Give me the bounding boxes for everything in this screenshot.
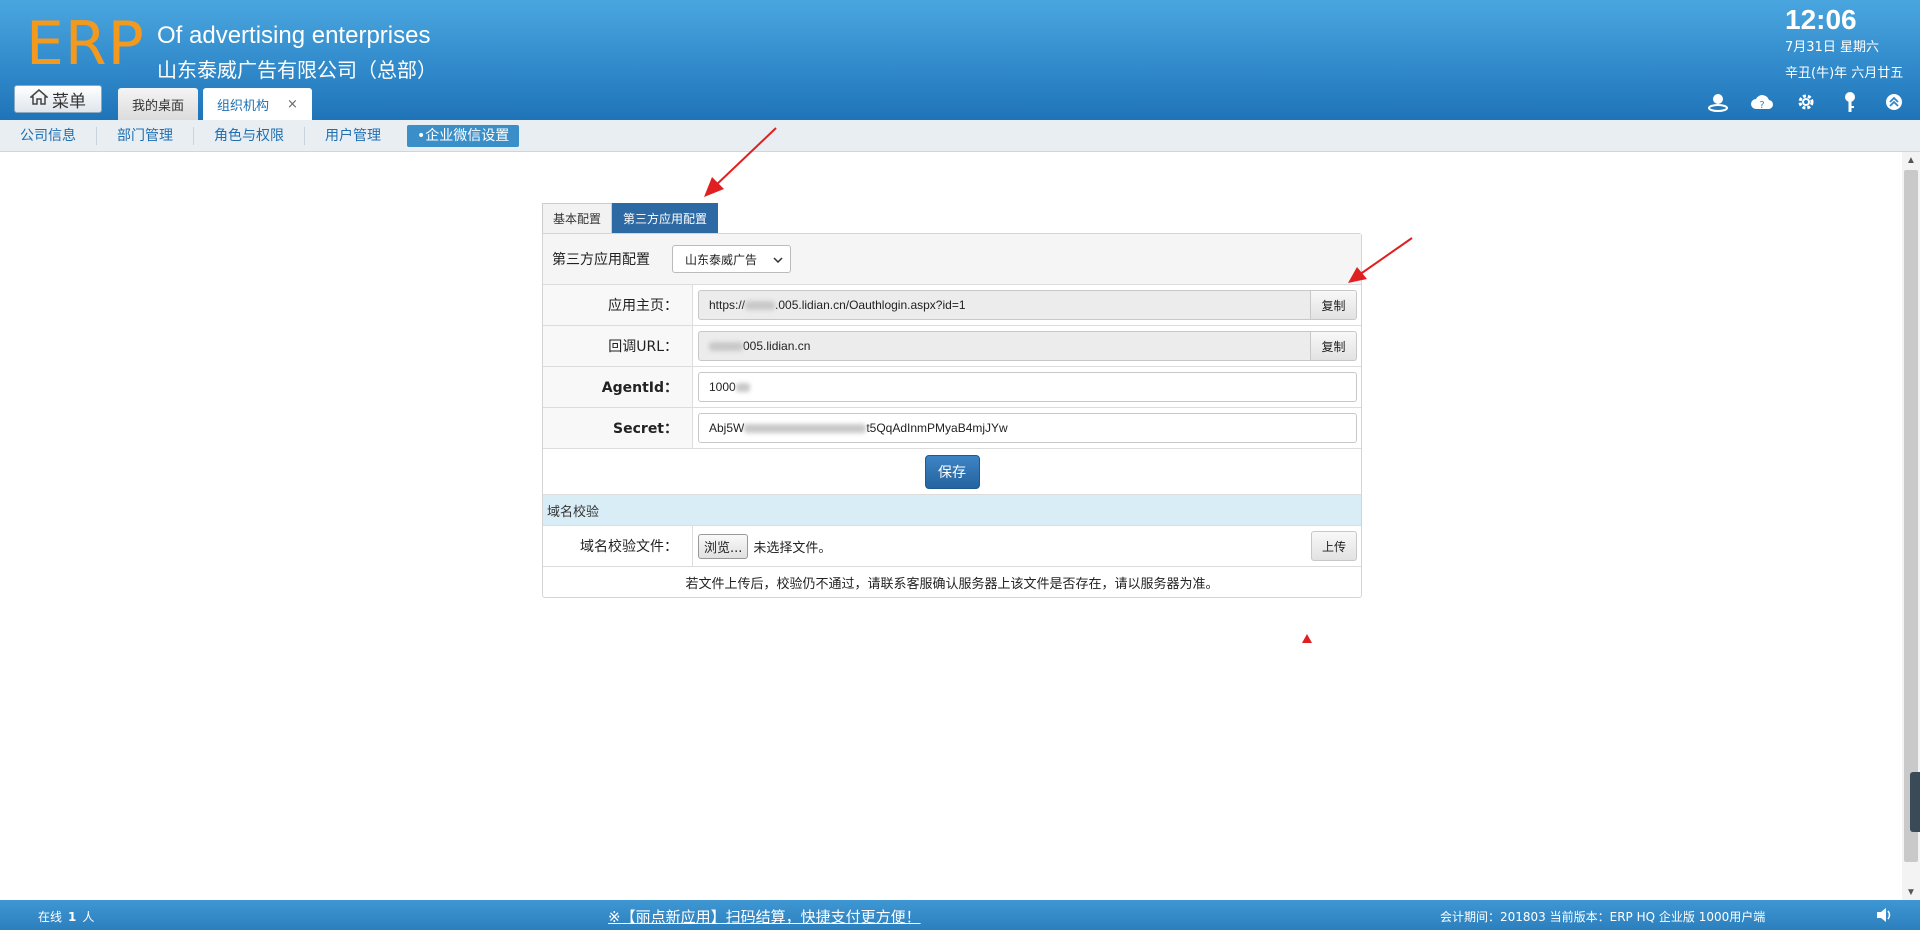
annotation-arrow-icon xyxy=(704,127,777,197)
upload-button[interactable]: 上传 xyxy=(1311,531,1357,561)
annotation-marker-icon xyxy=(1302,634,1312,643)
wechat-settings-panel: 基本配置 第三方应用配置 第三方应用配置 山东泰威广告 应用主页： https:… xyxy=(542,203,1362,598)
app-select[interactable]: 山东泰威广告 xyxy=(672,245,791,273)
side-panel-handle[interactable] xyxy=(1910,772,1920,832)
lunar-date: 辛丑(牛)年 六月廿五 xyxy=(1785,66,1904,81)
field-value-end: 005.lidian.cn xyxy=(743,339,811,353)
agentid-field[interactable]: 1000 xyxy=(698,372,1357,402)
menu-button[interactable]: 菜单 xyxy=(14,85,102,113)
header-toolbar: ? xyxy=(1706,90,1906,114)
field-value-start: https:// xyxy=(709,298,746,312)
online-suffix: 人 xyxy=(82,910,95,924)
select-value: 山东泰威广告 xyxy=(685,252,758,267)
tab-my-desktop[interactable]: 我的桌面 xyxy=(118,88,199,120)
tab-basic-config[interactable]: 基本配置 xyxy=(542,203,613,233)
secret-field[interactable]: Abj5W t5QqAdInmPMyaB4mjJYw xyxy=(698,413,1357,443)
home-icon xyxy=(29,88,49,110)
subnav-company-info[interactable]: 公司信息 xyxy=(10,126,97,145)
online-count: 在线 1 人 xyxy=(38,908,94,925)
field-label-text: 回调URL： xyxy=(608,339,678,355)
redacted-blur xyxy=(744,423,867,433)
status-bar: 在线 1 人 ※【丽点新应用】扫码结算，快捷支付更方便！ 会计期间：201803 当… xyxy=(0,900,1920,930)
no-file-text: 未选择文件。 xyxy=(753,540,832,556)
copy-callback-button[interactable]: 复制 xyxy=(1311,331,1357,361)
agentid-row: AgentId： 1000 xyxy=(543,367,1361,408)
subnav-wechat-settings[interactable]: •企业微信设置 xyxy=(407,124,520,147)
app-homepage-field[interactable]: https:// .005.lidian.cn/Oauthlogin.aspx?i… xyxy=(698,290,1311,320)
app-homepage-row: 应用主页： https:// .005.lidian.cn/Oauthlogin.… xyxy=(543,285,1361,326)
field-value-start: 1000 xyxy=(709,380,736,394)
cloud-help-icon[interactable]: ? xyxy=(1750,90,1774,114)
online-prefix: 在线 xyxy=(38,910,63,924)
menu-label: 菜单 xyxy=(52,91,86,112)
chevron-down-icon xyxy=(773,252,783,266)
field-value-start: Abj5W xyxy=(709,421,745,435)
redacted-blur xyxy=(709,341,743,351)
tab-label: 我的桌面 xyxy=(132,98,185,114)
domain-file-row: 域名校验文件： 浏览... 未选择文件。 上传 xyxy=(543,526,1361,567)
clock-date: 7月31日 星期六 xyxy=(1785,40,1879,55)
field-label: 应用主页： xyxy=(543,285,693,325)
app-header: ERP Of advertising enterprises 山东泰威广告有限公… xyxy=(0,0,1920,120)
online-number: 1 xyxy=(68,910,77,924)
close-icon[interactable]: × xyxy=(287,97,298,112)
tab-label: 组织机构 xyxy=(217,98,270,114)
config-selector-row: 第三方应用配置 山东泰威广告 xyxy=(543,234,1361,285)
field-label: 回调URL： xyxy=(543,326,693,366)
company-name: 山东泰威广告有限公司（总部） xyxy=(157,58,437,82)
erp-logo: ERP xyxy=(26,9,145,79)
save-row: 保存 xyxy=(543,449,1361,495)
subnav-users[interactable]: 用户管理 xyxy=(305,127,401,145)
tab-organization[interactable]: 组织机构 × xyxy=(203,88,312,120)
config-label: 第三方应用配置 xyxy=(552,252,650,268)
window-tabs: 我的桌面 组织机构 × xyxy=(118,88,312,120)
callback-url-field[interactable]: 005.lidian.cn xyxy=(698,331,1311,361)
gear-icon[interactable] xyxy=(1794,90,1818,114)
field-value-end: .005.lidian.cn/Oauthlogin.aspx?id=1 xyxy=(775,298,966,312)
callback-url-row: 回调URL： 005.lidian.cn 复制 xyxy=(543,326,1361,367)
domain-verify-section: 域名校验 xyxy=(543,495,1361,526)
clock-time: 12:06 xyxy=(1785,4,1857,35)
sub-navigation: 公司信息 部门管理 角色与权限 用户管理 •企业微信设置 xyxy=(0,120,1920,152)
scroll-up-icon[interactable]: ▲ xyxy=(1902,152,1920,168)
promo-link[interactable]: ※【丽点新应用】扫码结算，快捷支付更方便！ xyxy=(608,906,921,927)
browse-button[interactable]: 浏览... xyxy=(698,533,749,559)
speaker-icon[interactable] xyxy=(1874,905,1894,925)
subnav-roles[interactable]: 角色与权限 xyxy=(194,126,305,145)
copy-homepage-button[interactable]: 复制 xyxy=(1311,290,1357,320)
version-info: 会计期间：201803 当前版本：ERP HQ 企业版 1000用户端 xyxy=(1440,910,1766,924)
save-button[interactable]: 保存 xyxy=(924,454,980,489)
collapse-icon[interactable] xyxy=(1882,90,1906,114)
settings-tabs: 基本配置 第三方应用配置 xyxy=(542,203,1362,233)
settings-form: 第三方应用配置 山东泰威广告 应用主页： https:// .005.lidian… xyxy=(542,233,1362,598)
tab-third-party-config[interactable]: 第三方应用配置 xyxy=(612,203,719,233)
key-icon[interactable] xyxy=(1838,90,1862,114)
field-value-end: t5QqAdInmPMyaB4mjJYw xyxy=(866,421,1008,435)
field-label: AgentId： xyxy=(543,367,693,407)
user-icon[interactable] xyxy=(1706,90,1730,114)
redacted-blur xyxy=(735,382,750,392)
scrollbar-thumb[interactable] xyxy=(1904,170,1918,862)
upload-note: 若文件上传后，校验仍不通过，请联系客服确认服务器上该文件是否存在，请以服务器为准… xyxy=(685,576,1219,592)
svg-text:?: ? xyxy=(1759,100,1764,111)
company-english-name: Of advertising enterprises xyxy=(157,22,431,49)
field-label: 域名校验文件： xyxy=(543,526,693,566)
secret-row: Secret： Abj5W t5QqAdInmPMyaB4mjJYw xyxy=(543,408,1361,449)
field-label: Secret： xyxy=(543,408,693,448)
subnav-department[interactable]: 部门管理 xyxy=(97,126,194,145)
redacted-blur xyxy=(745,300,776,310)
scroll-down-icon[interactable]: ▼ xyxy=(1902,884,1920,900)
annotation-arrow-icon xyxy=(1348,237,1413,283)
